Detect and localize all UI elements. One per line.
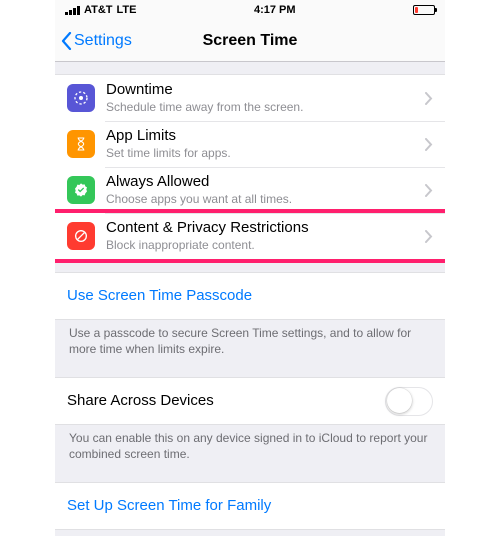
row-always-allowed[interactable]: Always AllowedChoose apps you want at al… (55, 167, 445, 213)
row-label: Always Allowed (106, 173, 425, 191)
clock: 4:17 PM (254, 4, 296, 16)
row-sub: Schedule time away from the screen. (106, 100, 425, 114)
content: DowntimeSchedule time away from the scre… (55, 62, 445, 536)
chevron-right-icon (425, 230, 433, 243)
settings-group-main: DowntimeSchedule time away from the scre… (55, 74, 445, 260)
group-family: Set Up Screen Time for Family (55, 482, 445, 530)
row-app-limits[interactable]: App LimitsSet time limits for apps. (55, 121, 445, 167)
footer-family: Set up Family Sharing to use Screen Time… (55, 530, 445, 536)
row-label: Use Screen Time Passcode (67, 287, 433, 305)
page-title: Screen Time (203, 32, 298, 50)
row-label: Content & Privacy Restrictions (106, 219, 425, 237)
row-sub: Choose apps you want at all times. (106, 192, 425, 206)
row-label: Downtime (106, 81, 425, 99)
row-label: App Limits (106, 127, 425, 145)
row-sub: Block inappropriate content. (106, 238, 425, 252)
signal-icon (65, 6, 80, 15)
check-badge-icon (67, 176, 95, 204)
restriction-icon (67, 222, 95, 250)
hourglass-icon (67, 130, 95, 158)
row-share-devices: Share Across Devices (55, 378, 445, 424)
row-sub: Set time limits for apps. (106, 146, 425, 160)
status-bar: AT&T LTE 4:17 PM (55, 0, 445, 20)
chevron-right-icon (425, 92, 433, 105)
screen: AT&T LTE 4:17 PM Settings Screen Time Do… (55, 0, 445, 536)
row-label: Set Up Screen Time for Family (67, 497, 433, 515)
row-family[interactable]: Set Up Screen Time for Family (55, 483, 445, 529)
carrier-label: AT&T (84, 4, 113, 16)
footer-passcode: Use a passcode to secure Screen Time set… (55, 320, 445, 365)
row-use-passcode[interactable]: Use Screen Time Passcode (55, 273, 445, 319)
downtime-icon (67, 84, 95, 112)
chevron-right-icon (425, 138, 433, 151)
footer-share: You can enable this on any device signed… (55, 425, 445, 470)
network-label: LTE (117, 4, 137, 16)
share-devices-switch[interactable] (385, 387, 433, 416)
row-downtime[interactable]: DowntimeSchedule time away from the scre… (55, 75, 445, 121)
row-label: Share Across Devices (67, 392, 385, 410)
group-passcode: Use Screen Time Passcode (55, 272, 445, 320)
group-share: Share Across Devices (55, 377, 445, 425)
back-button[interactable]: Settings (61, 32, 132, 50)
battery-icon (413, 5, 435, 15)
back-label: Settings (74, 32, 132, 50)
row-content-privacy[interactable]: Content & Privacy RestrictionsBlock inap… (55, 213, 445, 259)
chevron-left-icon (61, 32, 72, 50)
chevron-right-icon (425, 184, 433, 197)
nav-bar: Settings Screen Time (55, 20, 445, 62)
